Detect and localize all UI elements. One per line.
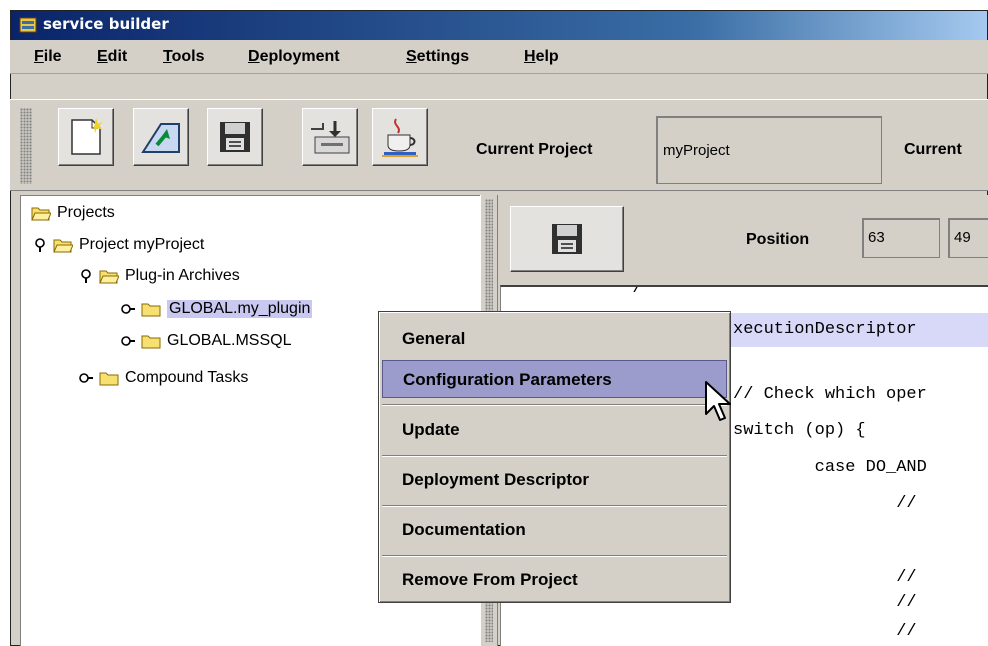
- menu-edit[interactable]: Edit: [97, 40, 127, 74]
- menu-separator: [382, 555, 727, 557]
- menu-deployment-label: eployment: [259, 48, 340, 65]
- open-folder-icon: [99, 269, 119, 284]
- menu-help-mnemonic: H: [524, 48, 536, 65]
- tree-node-project[interactable]: Project myProject: [33, 232, 204, 258]
- menu-item-documentation[interactable]: Documentation: [382, 511, 727, 549]
- menu-tools[interactable]: Tools: [163, 40, 204, 74]
- current-project-field: myProject: [656, 116, 882, 184]
- tree-node-label: Compound Tasks: [125, 369, 249, 386]
- position-label: Position: [746, 231, 810, 248]
- expanded-handle-icon: [35, 238, 45, 252]
- save-button[interactable]: [207, 108, 263, 166]
- code-line: xecutionDescriptor: [733, 320, 917, 339]
- menu-settings-label: ettings: [416, 48, 470, 65]
- tree-node-projects[interactable]: Projects: [31, 200, 115, 226]
- import-icon: [141, 123, 180, 153]
- deploy-button[interactable]: [302, 108, 358, 166]
- menu-item-remove-from-project[interactable]: Remove From Project: [382, 561, 727, 599]
- tree-node-label: GLOBAL.MSSQL: [167, 332, 292, 349]
- code-line: //: [733, 593, 917, 612]
- position-line-field: 63: [862, 218, 940, 258]
- folder-icon: [141, 302, 161, 317]
- floppy-disk-icon: [220, 122, 250, 152]
- context-menu: General Configuration Parameters Update …: [378, 311, 731, 603]
- menu-file-mnemonic: F: [34, 48, 44, 65]
- tree-node-global-my-plugin[interactable]: GLOBAL.my_plugin: [121, 296, 313, 322]
- editor-save-button[interactable]: [510, 206, 624, 272]
- menu-help-label: elp: [535, 48, 559, 65]
- menu-item-general[interactable]: General: [382, 320, 727, 358]
- menu-file-label: ile: [43, 48, 62, 65]
- menu-bar: File Edit Tools Deployment Settings Help: [10, 40, 988, 74]
- collapsed-handle-icon: [79, 373, 93, 383]
- menu-item-configuration-parameters[interactable]: Configuration Parameters: [382, 360, 727, 398]
- code-line: // Check which oper: [733, 385, 927, 404]
- code-line: case DO_AND: [733, 458, 927, 477]
- tree-node-plugin-archives[interactable]: Plug-in Archives: [79, 263, 240, 289]
- folder-icon: [99, 371, 119, 386]
- menu-tools-label: ools: [171, 48, 205, 65]
- collapsed-handle-icon: [121, 304, 135, 314]
- floppy-disk-icon: [552, 224, 582, 254]
- java-button[interactable]: [372, 108, 428, 166]
- title-bar[interactable]: service builder: [11, 11, 987, 40]
- tree-node-label: Project myProject: [79, 236, 205, 253]
- tree-node-label: Projects: [57, 204, 115, 221]
- deploy-icon: [311, 121, 350, 154]
- menu-separator: [382, 505, 727, 507]
- mouse-pointer-icon: [704, 380, 734, 424]
- tree-node-label: Plug-in Archives: [125, 267, 240, 284]
- code-line: //: [733, 622, 917, 641]
- menu-tools-mnemonic: T: [163, 48, 172, 65]
- coffee-cup-icon: [382, 118, 418, 157]
- open-folder-icon: [53, 238, 73, 253]
- collapsed-handle-icon: [121, 336, 135, 346]
- menu-settings-mnemonic: S: [406, 48, 417, 65]
- toolbar-grip[interactable]: [20, 108, 32, 184]
- menu-file[interactable]: File: [34, 40, 62, 74]
- position-column-field: 49: [948, 218, 988, 258]
- open-folder-icon: [31, 206, 51, 221]
- menu-item-update[interactable]: Update: [382, 411, 727, 449]
- tree-node-compound-tasks[interactable]: Compound Tasks: [79, 365, 248, 391]
- new-button[interactable]: [58, 108, 114, 166]
- code-line: */: [561, 285, 643, 298]
- menu-item-deployment-descriptor[interactable]: Deployment Descriptor: [382, 461, 727, 499]
- menu-separator: [382, 404, 727, 406]
- import-button[interactable]: [133, 108, 189, 166]
- folder-icon: [141, 334, 161, 349]
- menu-help[interactable]: Help: [524, 40, 559, 74]
- menu-edit-mnemonic: E: [97, 48, 108, 65]
- code-line: //: [733, 568, 917, 587]
- menu-edit-label: dit: [107, 48, 128, 65]
- current-project-label: Current Project: [476, 141, 593, 158]
- code-line: switch (op) {: [733, 421, 866, 440]
- code-line: //: [733, 494, 917, 513]
- menu-settings[interactable]: Settings: [406, 40, 469, 74]
- menu-separator: [382, 455, 727, 457]
- app-icon: [19, 17, 37, 33]
- new-document-icon: [71, 118, 103, 155]
- current-label-2: Current: [904, 141, 962, 158]
- menu-deployment-mnemonic: D: [248, 48, 260, 65]
- tree-node-global-mssql[interactable]: GLOBAL.MSSQL: [121, 328, 292, 354]
- menu-deployment[interactable]: Deployment: [248, 40, 340, 74]
- window-title: service builder: [43, 15, 169, 33]
- tree-node-label: GLOBAL.my_plugin: [167, 300, 313, 318]
- expanded-handle-icon: [81, 269, 91, 283]
